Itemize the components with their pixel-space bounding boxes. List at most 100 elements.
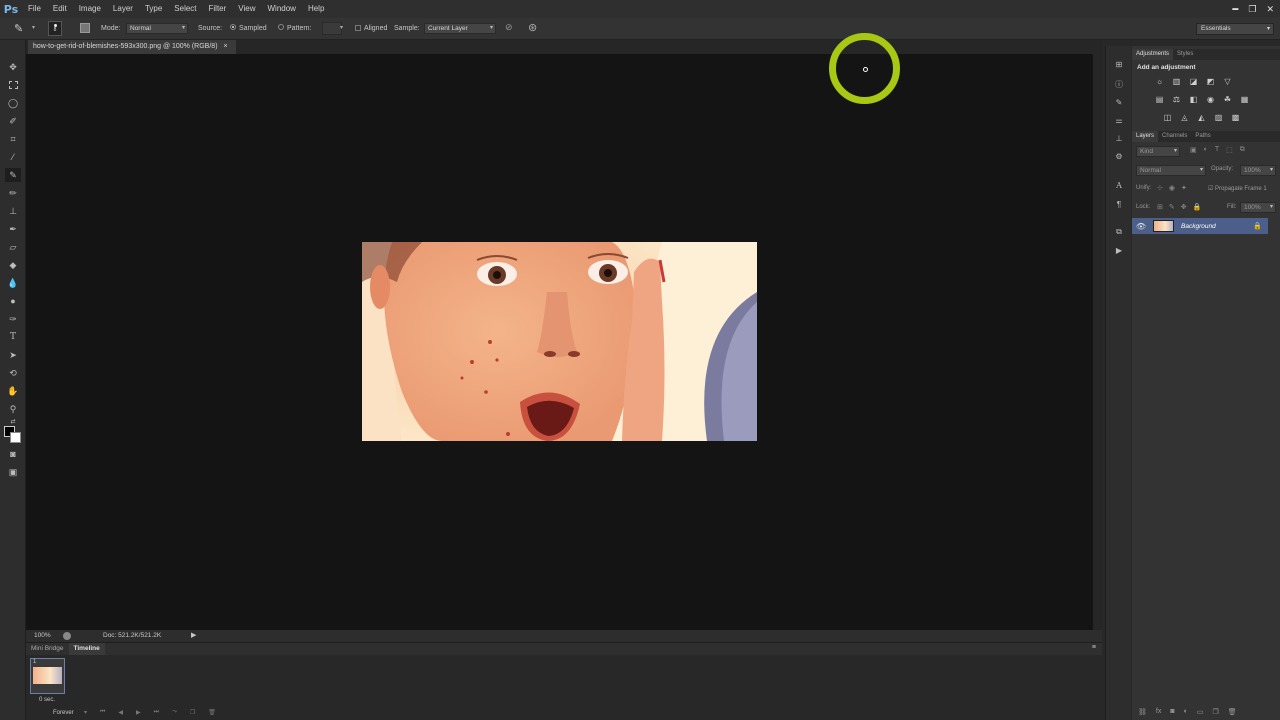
menu-type[interactable]: Type — [139, 0, 168, 18]
channel-mixer-icon[interactable]: ☘ — [1222, 94, 1233, 105]
tab-channels[interactable]: Channels — [1158, 131, 1191, 142]
aligned-checkbox[interactable]: Aligned — [355, 25, 387, 32]
opacity-input[interactable]: 100% — [1240, 165, 1276, 176]
pen-tool-icon[interactable]: ✑ — [5, 312, 21, 326]
paint-bucket-tool-icon[interactable]: ◆ — [5, 258, 21, 272]
menu-window[interactable]: Window — [262, 0, 302, 18]
tab-adjustments[interactable]: Adjustments — [1132, 49, 1174, 60]
ignore-adjustment-layers-icon[interactable]: ⊘ — [505, 22, 513, 33]
add-mask-icon[interactable]: ◙ — [1170, 708, 1174, 716]
threshold-icon[interactable]: ◭ — [1196, 112, 1207, 123]
posterize-icon[interactable]: ◬ — [1179, 112, 1190, 123]
lasso-tool-icon[interactable]: ◯ — [5, 96, 21, 110]
delete-frame-icon[interactable]: 🗑 — [208, 709, 216, 716]
vertical-scrollbar[interactable] — [1093, 54, 1102, 630]
vibrance-icon[interactable]: ▽ — [1222, 76, 1233, 87]
propagate-frame-checkbox[interactable]: ☑ Propagate Frame 1 — [1208, 185, 1267, 192]
brush-tool-icon[interactable]: ✏ — [5, 186, 21, 200]
color-balance-icon[interactable]: ⚖ — [1171, 94, 1182, 105]
menu-edit[interactable]: Edit — [47, 0, 73, 18]
sample-select[interactable]: Current Layer — [424, 23, 496, 34]
menu-file[interactable]: File — [22, 0, 47, 18]
selective-color-icon[interactable]: ▩ — [1230, 112, 1241, 123]
type-tool-icon[interactable]: T — [5, 330, 21, 344]
close-tab-icon[interactable]: × — [224, 40, 228, 54]
spot-healing-tool-icon[interactable]: ✎ — [5, 168, 21, 182]
clone-source-panel-icon[interactable] — [80, 23, 90, 33]
status-info-icon[interactable] — [63, 632, 71, 640]
document-tab[interactable]: how-to-get-rid-of-blemishes-593x300.png … — [28, 40, 236, 54]
smart-object-filter-icon[interactable]: ⧉ — [1240, 146, 1245, 154]
mode-select[interactable]: Normal — [126, 23, 188, 34]
quick-mask-icon[interactable]: ◙ — [5, 447, 21, 461]
clone-source-icon[interactable]: ⊥ — [1112, 132, 1126, 144]
unify-position-icon[interactable]: ⊹ — [1157, 184, 1163, 192]
new-group-icon[interactable]: ▭ — [1197, 708, 1204, 716]
layer-kind-filter[interactable]: Kind — [1136, 146, 1180, 157]
3d-rotate-tool-icon[interactable]: ⟲ — [5, 366, 21, 380]
curves-icon[interactable]: ◪ — [1188, 76, 1199, 87]
menu-help[interactable]: Help — [302, 0, 330, 18]
frame-delay[interactable]: 0 sec. — [39, 697, 55, 703]
photo-filter-icon[interactable]: ◉ — [1205, 94, 1216, 105]
blend-mode-select[interactable]: Normal — [1136, 165, 1206, 176]
crop-tool-icon[interactable]: ⌗ — [5, 132, 21, 146]
lock-transparent-icon[interactable]: ⊞ — [1157, 203, 1163, 211]
lock-all-icon[interactable]: 🔒 — [1193, 203, 1202, 211]
loop-options[interactable]: Forever — [53, 710, 74, 716]
tab-mini-bridge[interactable]: Mini Bridge — [26, 643, 69, 655]
pressure-size-icon[interactable]: ⊛ — [528, 21, 537, 34]
tab-timeline[interactable]: Timeline — [68, 643, 105, 655]
character-panel-icon[interactable]: A — [1112, 179, 1126, 191]
eye-icon[interactable]: 👁 — [1132, 222, 1150, 231]
link-layers-icon[interactable]: ⛓ — [1138, 708, 1147, 716]
eyedropper-tool-icon[interactable]: ⁄ — [5, 150, 21, 164]
history-panel-icon[interactable]: ⊞ — [1112, 58, 1126, 70]
shape-filter-icon[interactable]: ⬚ — [1226, 146, 1233, 154]
unify-style-icon[interactable]: ✦ — [1181, 184, 1187, 192]
menu-view[interactable]: View — [232, 0, 261, 18]
hand-tool-icon[interactable]: ✋ — [5, 384, 21, 398]
paragraph-panel-icon[interactable]: ¶ — [1112, 198, 1126, 210]
tween-icon[interactable]: ⤳ — [172, 709, 177, 716]
restore-button[interactable]: ❐ — [1248, 4, 1256, 15]
tab-layers[interactable]: Layers — [1132, 131, 1159, 142]
pattern-dropdown-icon[interactable]: ▾ — [340, 24, 343, 31]
actions-panel-icon[interactable]: ▶ — [1112, 244, 1126, 256]
layer-style-icon[interactable]: fx — [1156, 708, 1161, 716]
animation-frame[interactable]: 1 — [30, 658, 65, 694]
quick-selection-tool-icon[interactable]: ✐ — [5, 114, 21, 128]
history-brush-tool-icon[interactable]: ✒ — [5, 222, 21, 236]
status-menu-arrow-icon[interactable]: ▶ — [191, 631, 196, 639]
info-panel-icon[interactable]: ⓘ — [1112, 78, 1126, 90]
eraser-tool-icon[interactable]: ▱ — [5, 240, 21, 254]
brush-preset-picker[interactable]: 8 — [48, 21, 62, 36]
close-button[interactable]: ✕ — [1266, 4, 1274, 15]
document-image[interactable] — [362, 242, 757, 441]
previous-frame-icon[interactable]: ◀ — [118, 709, 123, 716]
play-icon[interactable]: ▶ — [136, 709, 141, 716]
tab-styles[interactable]: Styles — [1173, 49, 1197, 60]
minimize-button[interactable]: ▬ — [1232, 6, 1238, 12]
new-layer-icon[interactable]: ❐ — [1212, 708, 1218, 716]
levels-icon[interactable]: ▥ — [1171, 76, 1182, 87]
type-filter-icon[interactable]: T — [1215, 146, 1219, 154]
brush-presets-icon[interactable]: ⚌ — [1112, 114, 1126, 126]
color-lookup-icon[interactable]: ▦ — [1239, 94, 1250, 105]
adjustment-filter-icon[interactable]: ◐ — [1204, 146, 1208, 154]
timeline-menu-icon[interactable]: ≡ — [1092, 644, 1096, 651]
path-selection-tool-icon[interactable]: ➤ — [5, 348, 21, 362]
layer-comps-icon[interactable]: ⧉ — [1112, 226, 1126, 238]
menu-filter[interactable]: Filter — [203, 0, 233, 18]
menu-select[interactable]: Select — [168, 0, 202, 18]
lock-position-icon[interactable]: ✥ — [1181, 203, 1187, 211]
brightness-contrast-icon[interactable]: ☼ — [1154, 76, 1165, 87]
black-white-icon[interactable]: ◧ — [1188, 94, 1199, 105]
screen-mode-icon[interactable]: ▣ — [5, 465, 21, 479]
workspace-switcher[interactable]: Essentials — [1196, 23, 1274, 35]
exposure-icon[interactable]: ◩ — [1205, 76, 1216, 87]
delete-layer-icon[interactable]: 🗑 — [1228, 708, 1237, 716]
move-tool-icon[interactable]: ✥ — [5, 60, 21, 74]
menu-layer[interactable]: Layer — [107, 0, 139, 18]
next-frame-icon[interactable]: ⏭ — [154, 709, 159, 716]
